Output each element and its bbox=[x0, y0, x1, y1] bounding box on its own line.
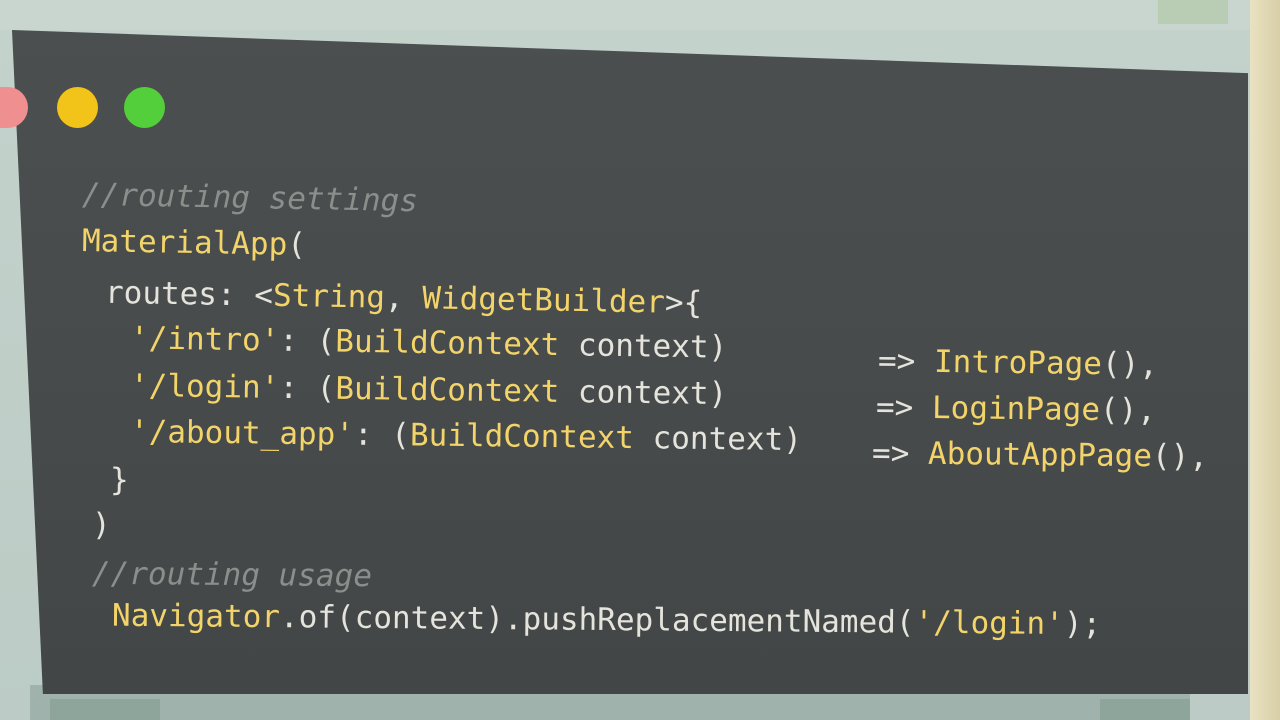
code-line-route-login: '/login': (BuildContext context) bbox=[129, 367, 728, 413]
code-line-route-about: '/about_app': (BuildContext context) bbox=[129, 413, 803, 459]
param: context) bbox=[558, 327, 728, 366]
class-navigator: Navigator bbox=[111, 597, 281, 636]
code-line-route-intro-target: => IntroPage(), bbox=[877, 343, 1159, 383]
code-line-close-paren: ) bbox=[92, 507, 111, 543]
punct: , bbox=[384, 279, 423, 317]
route-path: '/intro' bbox=[129, 320, 280, 359]
punct: : ( bbox=[279, 369, 336, 407]
comment-routing-usage: //routing usage bbox=[91, 555, 373, 595]
punct: : ( bbox=[353, 416, 411, 454]
punct: (), bbox=[1151, 438, 1209, 475]
nav-route-arg: '/login' bbox=[914, 604, 1065, 642]
route-path: '/about_app' bbox=[129, 413, 355, 453]
comment-routing-settings: //routing settings bbox=[81, 176, 419, 220]
punct: ); bbox=[1063, 605, 1102, 643]
code-line-navigator: Navigator.of(context).pushReplacementNam… bbox=[111, 597, 1102, 643]
type-build-context: BuildContext bbox=[409, 417, 635, 457]
param: context) bbox=[559, 373, 728, 413]
code-line-route-intro: '/intro': (BuildContext context) bbox=[129, 320, 728, 366]
method-call: .of(context).pushReplacementNamed( bbox=[279, 599, 915, 641]
page-class: LoginPage bbox=[931, 389, 1101, 429]
photo-scene: //routing settings MaterialApp( routes: … bbox=[0, 0, 1280, 720]
punct: (), bbox=[1099, 392, 1157, 429]
type-build-context: BuildContext bbox=[335, 323, 560, 364]
class-name: MaterialApp bbox=[81, 223, 288, 263]
arrow: => bbox=[871, 435, 929, 472]
arrow: => bbox=[877, 343, 935, 380]
code-block: //routing settings MaterialApp( routes: … bbox=[0, 0, 1280, 720]
code-line-close-brace: } bbox=[110, 462, 129, 498]
punct: >{ bbox=[664, 284, 703, 322]
punct: (), bbox=[1101, 346, 1159, 383]
page-class: IntroPage bbox=[933, 343, 1103, 383]
code-line-routes: routes: <String, WidgetBuilder>{ bbox=[104, 274, 703, 322]
type-build-context: BuildContext bbox=[335, 370, 560, 410]
param: context) bbox=[633, 420, 803, 459]
arrow: => bbox=[875, 389, 933, 426]
code-line-route-about-target: => AboutAppPage(), bbox=[871, 435, 1209, 475]
route-path: '/login' bbox=[129, 367, 280, 406]
punct: ( bbox=[286, 226, 307, 263]
code-line-material-app: MaterialApp( bbox=[81, 223, 307, 263]
type-widget-builder: WidgetBuilder bbox=[421, 280, 666, 321]
routes-key: routes: < bbox=[104, 274, 274, 314]
punct: : ( bbox=[279, 322, 336, 360]
type-string: String bbox=[272, 277, 386, 316]
code-line-route-login-target: => LoginPage(), bbox=[875, 389, 1157, 429]
page-class: AboutAppPage bbox=[927, 435, 1153, 475]
